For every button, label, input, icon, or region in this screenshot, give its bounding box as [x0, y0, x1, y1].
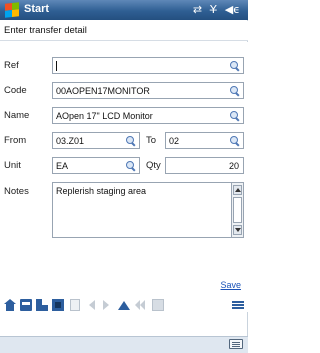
left-arrow-icon[interactable] — [86, 299, 98, 311]
unit-label: Unit — [4, 160, 21, 171]
qty-input[interactable]: 20 — [165, 157, 244, 174]
home-icon[interactable] — [4, 299, 16, 311]
device-screen: Start ⇄ Y̶ ◀ϵ Enter transfer detail Ref … — [0, 0, 248, 353]
up-arrow-icon[interactable] — [118, 299, 130, 311]
title-text[interactable]: Start — [24, 3, 49, 15]
header-bar: Enter transfer detail — [0, 21, 248, 41]
truck-icon[interactable] — [36, 299, 48, 311]
soft-key-bar — [0, 336, 248, 353]
code-input[interactable]: 00AOPEN17MONITOR — [52, 82, 244, 99]
keyboard-icon[interactable] — [229, 339, 243, 349]
from-lookup-icon[interactable] — [126, 136, 136, 146]
trash-icon[interactable] — [70, 299, 80, 311]
from-value: 03.Z01 — [56, 136, 85, 146]
code-value: 00AOPEN17MONITOR — [56, 86, 150, 96]
document-icon[interactable] — [52, 299, 64, 311]
notes-value: Replerish staging area — [56, 186, 147, 196]
name-input[interactable]: AOpen 17" LCD Monitor — [52, 107, 244, 124]
unit-value: EA — [56, 161, 69, 171]
box-icon[interactable] — [20, 299, 32, 311]
unit-input[interactable]: EA — [52, 157, 140, 174]
right-edge-strip — [249, 0, 266, 353]
signal-icon[interactable]: Y̶ — [210, 3, 217, 16]
ref-label: Ref — [4, 60, 19, 71]
double-left-icon[interactable] — [134, 299, 146, 311]
bottom-toolbar — [0, 296, 248, 314]
printer-icon[interactable] — [152, 299, 164, 311]
volume-icon[interactable]: ◀ϵ — [225, 3, 240, 16]
code-label: Code — [4, 85, 27, 96]
windows-logo-icon[interactable] — [5, 2, 19, 18]
notes-textarea[interactable]: Replerish staging area — [52, 182, 244, 238]
name-lookup-icon[interactable] — [230, 111, 240, 121]
ref-input[interactable] — [52, 57, 244, 74]
scroll-down-arrow-icon[interactable] — [233, 225, 242, 235]
from-input[interactable]: 03.Z01 — [52, 132, 140, 149]
page-heading: Enter transfer detail — [4, 25, 87, 36]
right-arrow-icon[interactable] — [100, 299, 112, 311]
code-lookup-icon[interactable] — [230, 86, 240, 96]
notes-label: Notes — [4, 186, 29, 197]
save-link[interactable]: Save — [220, 280, 241, 290]
connectivity-icon[interactable]: ⇄ — [193, 3, 202, 16]
status-icons: ⇄ Y̶ ◀ϵ — [193, 3, 240, 16]
to-label: To — [146, 135, 157, 146]
name-label: Name — [4, 110, 30, 121]
transfer-form: Ref Code 00AOPEN17MONITOR Name AOpen 17"… — [0, 42, 248, 312]
text-cursor — [56, 60, 57, 71]
ref-lookup-icon[interactable] — [230, 61, 240, 71]
scroll-thumb[interactable] — [233, 197, 242, 223]
qty-label: Qty — [146, 160, 161, 171]
menu-icon[interactable] — [232, 299, 244, 311]
name-value: AOpen 17" LCD Monitor — [56, 111, 153, 121]
to-input[interactable]: 02 — [165, 132, 244, 149]
from-label: From — [4, 135, 27, 146]
qty-value: 20 — [228, 161, 239, 171]
notes-scrollbar[interactable] — [231, 183, 243, 237]
to-value: 02 — [169, 136, 180, 146]
scroll-up-arrow-icon[interactable] — [233, 185, 242, 195]
to-lookup-icon[interactable] — [230, 136, 240, 146]
title-bar: Start ⇄ Y̶ ◀ϵ — [0, 0, 248, 20]
unit-lookup-icon[interactable] — [126, 161, 136, 171]
